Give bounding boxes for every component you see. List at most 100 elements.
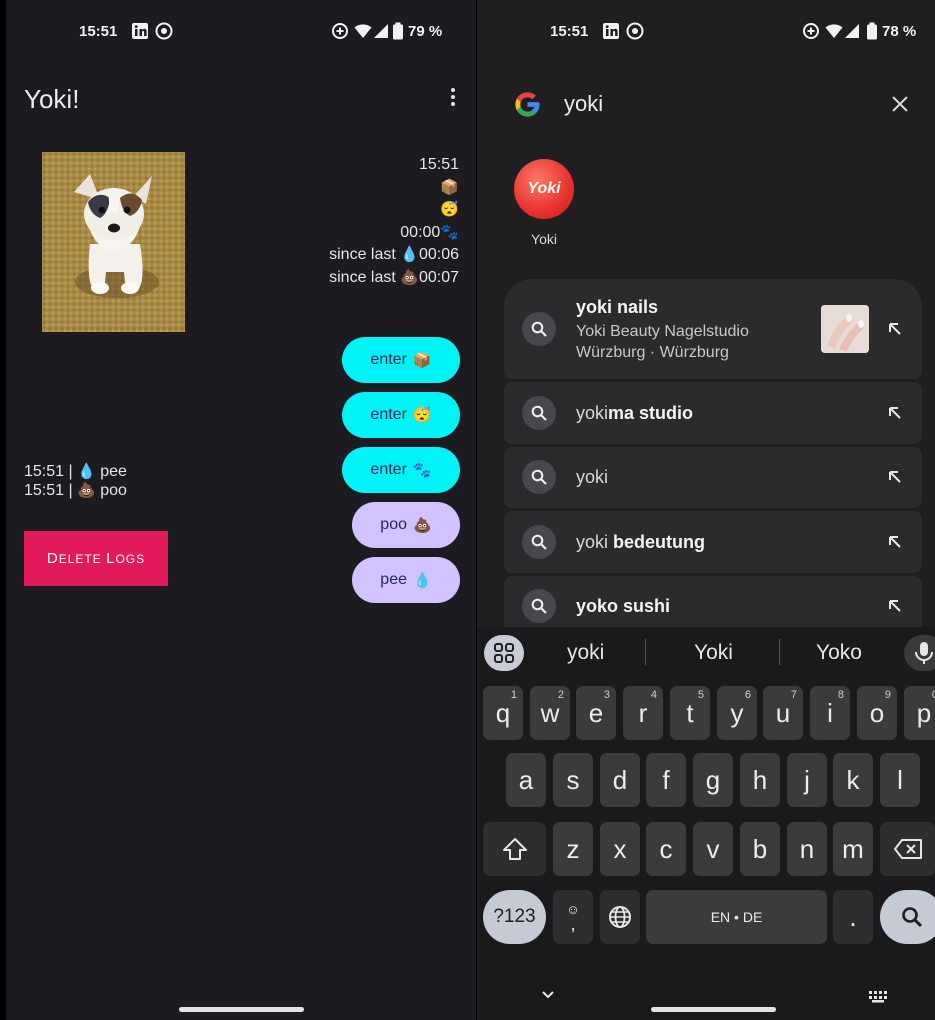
key-g[interactable]: g — [693, 753, 733, 807]
data-saver-icon — [803, 23, 819, 39]
key-h[interactable]: h — [740, 753, 780, 807]
key-s[interactable]: s — [553, 753, 593, 807]
key-p[interactable]: p0 — [904, 686, 935, 740]
yoki-app-screen: 15:51 79 % Yoki! 15:51 📦 😴 00:00🐾 since … — [6, 0, 476, 1020]
emoji-comma-key[interactable]: ☺, — [553, 890, 593, 944]
log-entry: 15:51 | 💩 poo — [24, 481, 127, 500]
suggestion-rest: bedeutung — [608, 532, 706, 552]
backspace-key[interactable] — [880, 822, 935, 876]
key-label: w — [540, 697, 560, 728]
keyboard-switch-icon[interactable] — [869, 991, 887, 1003]
key-m[interactable]: m — [833, 822, 873, 876]
fill-query-arrow-icon[interactable] — [887, 405, 903, 421]
microphone-icon[interactable] — [904, 635, 935, 671]
paw-timer-row: 00:00🐾 — [329, 222, 459, 245]
app-title: Yoki! — [24, 84, 80, 114]
since-pee-row: since last 💧00:06 — [329, 244, 459, 267]
divider — [645, 639, 646, 665]
hide-keyboard-icon[interactable] — [541, 990, 555, 1000]
sleep-emoji: 😴 — [440, 201, 459, 218]
since-poo-value: 00:07 — [418, 268, 459, 286]
shift-key[interactable] — [483, 822, 546, 876]
space-key[interactable]: EN • DE — [646, 890, 827, 944]
fill-query-arrow-icon[interactable] — [887, 469, 903, 485]
poo-button[interactable]: poo 💩 — [352, 502, 460, 548]
key-f[interactable]: f — [646, 753, 686, 807]
key-o[interactable]: o9 — [857, 686, 897, 740]
home-indicator[interactable] — [651, 1007, 776, 1012]
enter-sleep-button[interactable]: enter 😴 — [342, 392, 460, 438]
fill-query-arrow-icon[interactable] — [887, 598, 903, 614]
key-z[interactable]: z — [553, 822, 593, 876]
suggestion-prefix: yoki — [576, 532, 609, 552]
fill-query-arrow-icon[interactable] — [887, 321, 903, 337]
word-suggestion[interactable]: yoki — [567, 641, 604, 665]
status-bar: 15:51 79 % — [6, 20, 476, 44]
symbols-key[interactable]: ?123 — [483, 890, 546, 944]
key-q[interactable]: q1 — [483, 686, 523, 740]
delete-logs-button[interactable]: DELETE LOGS — [24, 531, 168, 586]
app-result-label[interactable]: Yoki — [514, 231, 574, 247]
status-time: 15:51 — [550, 23, 589, 40]
suggestion-item[interactable]: yoki bedeutung — [504, 511, 922, 573]
overflow-menu-icon[interactable] — [447, 86, 459, 110]
apps-grid-icon[interactable] — [484, 635, 524, 671]
fill-query-arrow-icon[interactable] — [887, 534, 903, 550]
wifi-icon — [825, 24, 843, 38]
suggestion-item[interactable]: yoki nails Yoki Beauty Nagelstudio Würzbu… — [504, 279, 922, 379]
drop-emoji: 💧 — [413, 572, 432, 589]
keyboard-nav-bar — [477, 982, 935, 1020]
word-suggestion[interactable]: Yoko — [816, 641, 862, 665]
app-icon-text: Yoki — [527, 180, 561, 197]
since-pee-label: since last — [329, 246, 396, 263]
key-b[interactable]: b — [740, 822, 780, 876]
enter-paw-button[interactable]: enter 🐾 — [342, 447, 460, 493]
search-icon — [522, 589, 556, 623]
key-label: u — [775, 697, 791, 728]
key-i[interactable]: i8 — [810, 686, 850, 740]
log-text: pee — [100, 463, 127, 480]
suggestion-text: yoko sushi — [576, 596, 670, 617]
search-action-key[interactable] — [880, 890, 935, 944]
dog-photo — [42, 152, 185, 332]
suggestion-item[interactable]: yoki — [504, 447, 922, 508]
suggestion-item[interactable]: yokima studio — [504, 382, 922, 444]
key-v[interactable]: v — [693, 822, 733, 876]
search-query[interactable]: yoki — [564, 91, 603, 117]
key-y[interactable]: y6 — [717, 686, 757, 740]
key-e[interactable]: e3 — [576, 686, 616, 740]
key-x[interactable]: x — [600, 822, 640, 876]
key-n[interactable]: n — [787, 822, 827, 876]
word-suggestion[interactable]: Yoki — [694, 641, 733, 665]
key-k[interactable]: k — [833, 753, 873, 807]
shift-icon — [502, 838, 527, 860]
key-j[interactable]: j — [787, 753, 827, 807]
battery-icon — [393, 22, 403, 40]
box-emoji: 📦 — [412, 352, 432, 369]
divider — [779, 639, 780, 665]
key-d[interactable]: d — [600, 753, 640, 807]
keyboard: yoki Yoki Yoko q1 w2 e3 r4 t5 y6 u7 i8 o… — [477, 627, 935, 1020]
suggestion-text: yoki — [576, 467, 608, 488]
last-entry-time: 15:51 — [418, 156, 459, 173]
log-time: 15:51 — [24, 463, 65, 480]
paw-emoji: 🐾 — [412, 462, 432, 479]
language-key[interactable] — [600, 890, 640, 944]
key-w[interactable]: w2 — [530, 686, 570, 740]
pee-button[interactable]: pee 💧 — [352, 557, 460, 603]
linkedin-icon — [132, 23, 148, 39]
button-label: enter — [370, 461, 407, 478]
key-a[interactable]: a — [506, 753, 546, 807]
key-r[interactable]: r4 — [623, 686, 663, 740]
key-c[interactable]: c — [646, 822, 686, 876]
home-indicator[interactable] — [179, 1007, 304, 1012]
enter-box-button[interactable]: enter 📦 — [342, 337, 460, 383]
poo-emoji: 💩 — [77, 482, 96, 499]
key-l[interactable]: l — [880, 753, 920, 807]
paw-timer: 00:00 — [400, 223, 441, 241]
close-icon[interactable] — [891, 95, 909, 113]
yoki-app-icon[interactable]: Yoki — [514, 159, 574, 219]
key-t[interactable]: t5 — [670, 686, 710, 740]
period-key[interactable]: . — [833, 890, 873, 944]
key-u[interactable]: u7 — [763, 686, 803, 740]
